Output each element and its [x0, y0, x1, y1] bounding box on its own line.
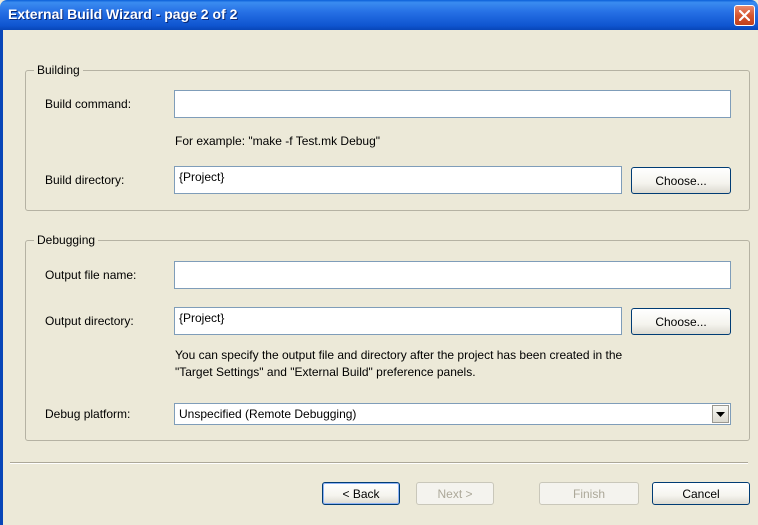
build-directory-label: Build directory: [45, 173, 125, 187]
back-button[interactable]: < Back [322, 482, 400, 505]
cancel-button[interactable]: Cancel [652, 482, 750, 505]
title-bar: External Build Wizard - page 2 of 2 [0, 0, 758, 30]
close-icon [739, 10, 750, 21]
output-hint-line1: You can specify the output file and dire… [175, 348, 623, 362]
build-directory-input[interactable]: {Project} [174, 166, 622, 194]
output-directory-choose-button[interactable]: Choose... [631, 308, 731, 335]
finish-button[interactable]: Finish [539, 482, 639, 505]
building-group-label: Building [34, 63, 83, 77]
window-title: External Build Wizard - page 2 of 2 [8, 6, 238, 22]
debug-platform-label: Debug platform: [45, 407, 131, 421]
build-directory-choose-button[interactable]: Choose... [631, 167, 731, 194]
debug-platform-value: Unspecified (Remote Debugging) [179, 407, 357, 421]
debug-platform-dropdown-button[interactable] [712, 405, 729, 423]
next-button[interactable]: Next > [416, 482, 494, 505]
output-directory-label: Output directory: [45, 314, 134, 328]
output-hint-line2: "Target Settings" and "External Build" p… [175, 365, 476, 379]
close-button[interactable] [734, 5, 755, 26]
build-command-label: Build command: [45, 97, 132, 111]
debugging-group-label: Debugging [34, 233, 99, 247]
debug-platform-select[interactable]: Unspecified (Remote Debugging) [174, 403, 731, 425]
output-file-input[interactable] [174, 261, 731, 289]
output-file-label: Output file name: [45, 268, 137, 282]
footer-separator [10, 462, 748, 464]
chevron-down-icon [716, 407, 725, 421]
output-directory-input[interactable]: {Project} [174, 307, 622, 335]
window-frame [0, 30, 3, 525]
build-command-input[interactable] [174, 90, 731, 118]
build-command-example: For example: "make -f Test.mk Debug" [175, 134, 381, 148]
